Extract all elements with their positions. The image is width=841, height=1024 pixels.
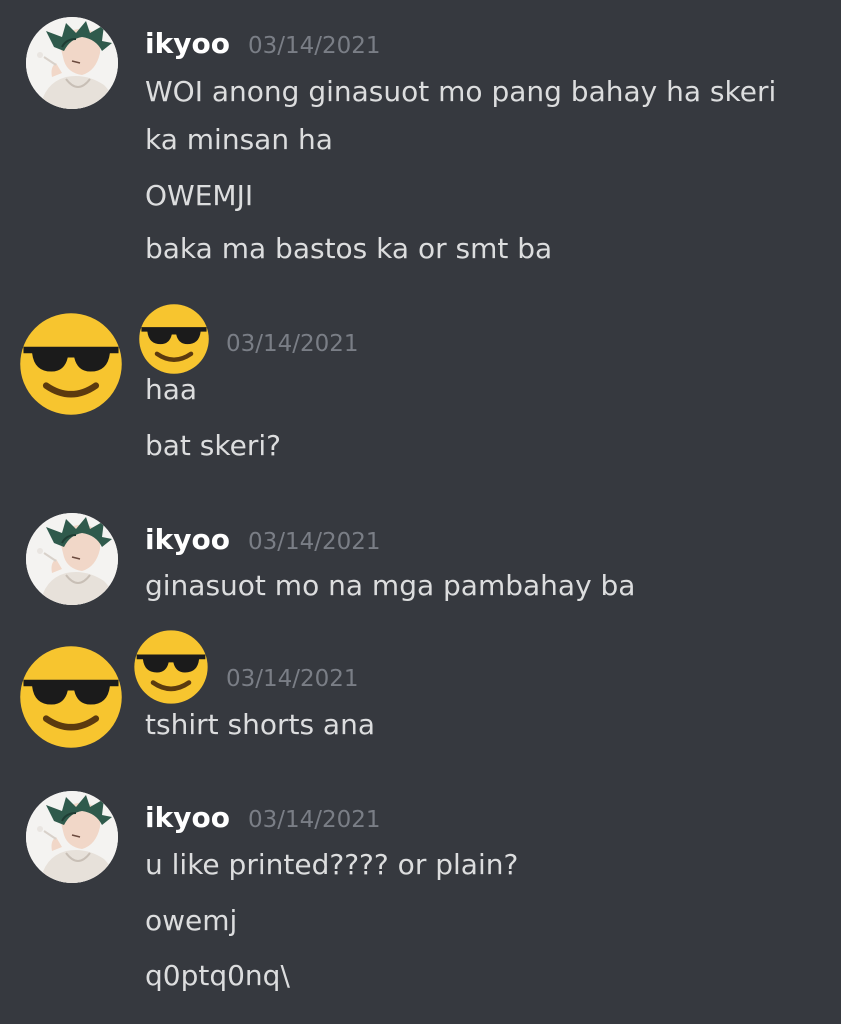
message-text: haa: [145, 373, 198, 406]
message-text: owemj: [145, 904, 238, 937]
username-emoji-icon[interactable]: [132, 628, 210, 710]
sunglasses-avatar-icon[interactable]: [17, 310, 125, 422]
timestamp: 03/14/2021: [247, 529, 381, 555]
message-text: u like printed???? or plain?: [145, 848, 519, 881]
timestamp: 03/14/2021: [226, 331, 359, 357]
sunglasses-emoji-icon: [17, 643, 125, 751]
timestamp: 03/14/2021: [247, 33, 381, 59]
user-avatar[interactable]: [26, 791, 118, 883]
username[interactable]: ikyoo: [145, 27, 230, 60]
sunglasses-avatar-icon[interactable]: [17, 643, 125, 755]
user-avatar[interactable]: [26, 513, 118, 605]
username-emoji-icon[interactable]: [137, 302, 211, 380]
user-avatar[interactable]: [26, 17, 118, 109]
message-header: 03/14/2021: [226, 666, 359, 692]
username[interactable]: ikyoo: [145, 801, 230, 834]
sunglasses-emoji-icon: [17, 310, 125, 418]
message-text: ka minsan ha: [145, 123, 333, 156]
message-text: ginasuot mo na mga pambahay ba: [145, 569, 636, 602]
avatar-image: [26, 791, 118, 883]
sunglasses-emoji-icon: [137, 302, 211, 376]
sunglasses-emoji-icon: [132, 628, 210, 706]
message-text: q0ptq0nq\: [145, 959, 290, 992]
avatar-image: [26, 17, 118, 109]
username[interactable]: ikyoo: [145, 523, 230, 556]
message-header: 03/14/2021: [226, 331, 359, 357]
message-header: ikyoo 03/14/2021: [145, 801, 381, 834]
timestamp: 03/14/2021: [247, 807, 381, 833]
message-text: bat skeri?: [145, 429, 281, 462]
message-header: ikyoo 03/14/2021: [145, 27, 381, 60]
message-text: tshirt shorts ana: [145, 708, 375, 741]
message-header: ikyoo 03/14/2021: [145, 523, 381, 556]
chat-log: ikyoo 03/14/2021 WOI anong ginasuot mo p…: [0, 0, 841, 1024]
avatar-image: [26, 513, 118, 605]
message-text: baka ma bastos ka or smt ba: [145, 232, 553, 265]
message-text: OWEMJI: [145, 179, 254, 212]
timestamp: 03/14/2021: [226, 666, 359, 692]
message-text: WOI anong ginasuot mo pang bahay ha sker…: [145, 75, 777, 108]
